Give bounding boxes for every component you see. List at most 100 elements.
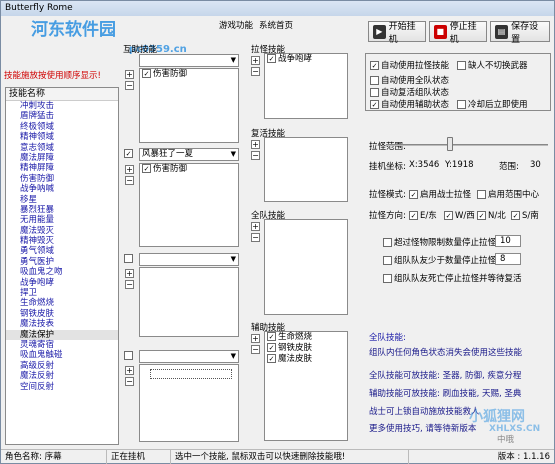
checkbox[interactable]: ✓ — [409, 210, 418, 220]
pull-mode-center[interactable]: 启用范围中心 — [477, 188, 539, 200]
checkbox[interactable] — [457, 60, 466, 70]
skill-list-item[interactable]: 冲刺攻击 — [6, 101, 118, 111]
skill-list-item[interactable]: 魔法毁灭 — [6, 226, 118, 236]
mutual-check-4[interactable] — [124, 351, 135, 360]
remove-revive-button[interactable]: − — [251, 151, 260, 160]
option-use-after-cooldown[interactable]: 冷却后立即使用 — [457, 98, 528, 110]
list-item[interactable]: ✓ 战争咆哮 — [265, 54, 347, 65]
mutual-list-4[interactable] — [139, 364, 239, 442]
checkbox[interactable] — [370, 87, 379, 97]
skill-list-item[interactable]: 意志领域 — [6, 143, 118, 153]
option-auto-team[interactable]: 自动使用全队状态 — [370, 74, 449, 86]
team-skill-list[interactable] — [264, 219, 348, 315]
checkbox[interactable]: ✓ — [267, 332, 276, 341]
skill-list-item[interactable]: 精神领域 — [6, 132, 118, 142]
mutual-combo-2[interactable]: 风暴狂了一夏 ▼ — [139, 148, 239, 161]
checkbox[interactable] — [383, 237, 392, 247]
stop-button[interactable]: ■ 停止挂机 — [429, 21, 487, 45]
dir-north[interactable]: ✓ N/北 — [477, 209, 506, 221]
add-mutual-2-button[interactable]: + — [125, 165, 134, 174]
dir-west[interactable]: ✓ W/西 — [444, 209, 475, 221]
remove-mutual-4-button[interactable]: − — [125, 377, 134, 386]
add-mutual-1-button[interactable]: + — [125, 70, 134, 79]
mutual-combo-3[interactable]: ▼ — [139, 253, 239, 266]
mutual-list-2[interactable]: ✓ 伤害防御 — [139, 163, 239, 247]
add-aux-button[interactable]: + — [251, 334, 260, 343]
add-mutual-3-button[interactable]: + — [125, 269, 134, 278]
dir-east[interactable]: ✓ E/东 — [409, 209, 437, 221]
mutual-list-3[interactable] — [139, 267, 239, 337]
stop-monster-limit[interactable]: 超过怪物限制数量停止拉怪 — [383, 236, 496, 248]
menu-game-functions[interactable]: 游戏功能 — [219, 19, 253, 33]
skill-list-item[interactable]: 魔法屏障 — [6, 153, 118, 163]
mutual-combo-1[interactable]: ▼ — [139, 54, 239, 67]
checkbox[interactable] — [370, 75, 379, 85]
checkbox[interactable]: ✓ — [409, 189, 418, 199]
list-item[interactable]: ✓ 伤害防御 — [140, 164, 238, 175]
start-button[interactable]: ▶ 开始挂机 — [368, 21, 426, 45]
pull-mode-warrior[interactable]: ✓ 启用战士拉怪 — [409, 188, 471, 200]
pull-skill-list[interactable]: ✓ 战争咆哮 — [264, 53, 348, 119]
list-item[interactable]: ✓ 魔法皮肤 — [265, 354, 347, 365]
skill-list-item[interactable]: 移星 — [6, 195, 118, 205]
checkbox[interactable]: ✓ — [267, 343, 276, 352]
checkbox[interactable]: ✓ — [370, 60, 379, 70]
list-item[interactable]: ✓ 钢铁皮肤 — [265, 343, 347, 354]
checkbox[interactable]: ✓ — [124, 149, 133, 158]
skill-list-item[interactable]: 伤害防御 — [6, 174, 118, 184]
remove-mutual-3-button[interactable]: − — [125, 280, 134, 289]
checkbox[interactable]: ✓ — [370, 99, 379, 109]
remove-mutual-1-button[interactable]: − — [125, 81, 134, 90]
checkbox[interactable]: ✓ — [477, 210, 486, 220]
add-mutual-4-button[interactable]: + — [125, 366, 134, 375]
checkbox[interactable]: ✓ — [267, 54, 276, 63]
list-item[interactable]: ✓ 生命燃烧 — [265, 332, 347, 343]
skill-list-item[interactable]: 勇气领域 — [6, 246, 118, 256]
skill-list-item[interactable]: 战争咆哮 — [6, 278, 118, 288]
option-auto-revive[interactable]: 自动复活组队状态 — [370, 86, 449, 98]
checkbox[interactable]: ✓ — [511, 210, 520, 220]
checkbox[interactable]: ✓ — [142, 164, 151, 173]
skill-list-item[interactable]: 空间反射 — [6, 382, 118, 392]
skill-list-item[interactable]: 灵魂寄宿 — [6, 340, 118, 350]
skill-list-item[interactable]: 勇气医护 — [6, 257, 118, 267]
mutual-combo-4[interactable]: ▼ — [139, 350, 239, 363]
pull-range-slider[interactable] — [386, 144, 548, 146]
checkbox[interactable] — [383, 273, 392, 283]
save-button[interactable]: ▤ 保存设置 — [490, 21, 550, 45]
skill-list-item[interactable]: 生命燃烧 — [6, 298, 118, 308]
remove-team-button[interactable]: − — [251, 233, 260, 242]
checkbox[interactable]: ✓ — [267, 354, 276, 363]
skill-list-item[interactable]: 魔法技表 — [6, 319, 118, 329]
checkbox[interactable] — [383, 255, 392, 265]
checkbox[interactable] — [124, 351, 133, 360]
skill-list[interactable]: 技能名称 冲刺攻击 盾牌猛击 终极领域 精神领域 意志领域 魔法屏障 精神屏障 伤害防御 战争呐… — [5, 87, 119, 445]
remove-mutual-2-button[interactable]: − — [125, 176, 134, 185]
skill-list-item[interactable]: 魔法反射 — [6, 371, 118, 381]
skill-list-item[interactable]: 吸血鬼触碰 — [6, 350, 118, 360]
aux-skill-list[interactable]: ✓ 生命燃烧 ✓ 钢铁皮肤 ✓ 魔法皮肤 — [264, 331, 348, 441]
mutual-list-1[interactable]: ✓ 伤害防御 — [139, 68, 239, 143]
mutual-check-3[interactable] — [124, 254, 135, 263]
team-count-input[interactable]: 8 — [495, 253, 521, 265]
checkbox[interactable]: ✓ — [142, 69, 151, 78]
skill-list-item[interactable]: 战争呐喊 — [6, 184, 118, 194]
checkbox[interactable]: ✓ — [444, 210, 453, 220]
stop-team-count[interactable]: 组队队友少于数量停止拉怪 — [383, 254, 496, 266]
remove-aux-button[interactable]: − — [251, 345, 260, 354]
checkbox[interactable] — [124, 254, 133, 263]
stop-team-death[interactable]: 组队队友死亡停止拉怪并等待复活 — [383, 272, 522, 284]
checkbox[interactable] — [457, 99, 466, 109]
skill-list-item[interactable]: 钢铁皮肤 — [6, 309, 118, 319]
add-revive-button[interactable]: + — [251, 140, 260, 149]
skill-list-item[interactable]: 高级反射 — [6, 361, 118, 371]
skill-list-item[interactable]: 盾牌猛击 — [6, 111, 118, 121]
skill-list-item[interactable]: 吸血鬼之吻 — [6, 267, 118, 277]
option-auto-aux[interactable]: ✓ 自动使用辅助状态 — [370, 98, 449, 110]
list-item[interactable]: ✓ 伤害防御 — [140, 69, 238, 80]
slider-thumb[interactable] — [447, 137, 453, 151]
option-no-weapon-switch[interactable]: 缺人不切换武器 — [457, 59, 528, 71]
checkbox[interactable] — [477, 189, 486, 199]
skill-list-item[interactable]: 无用能量 — [6, 215, 118, 225]
add-pull-button[interactable]: + — [251, 56, 260, 65]
